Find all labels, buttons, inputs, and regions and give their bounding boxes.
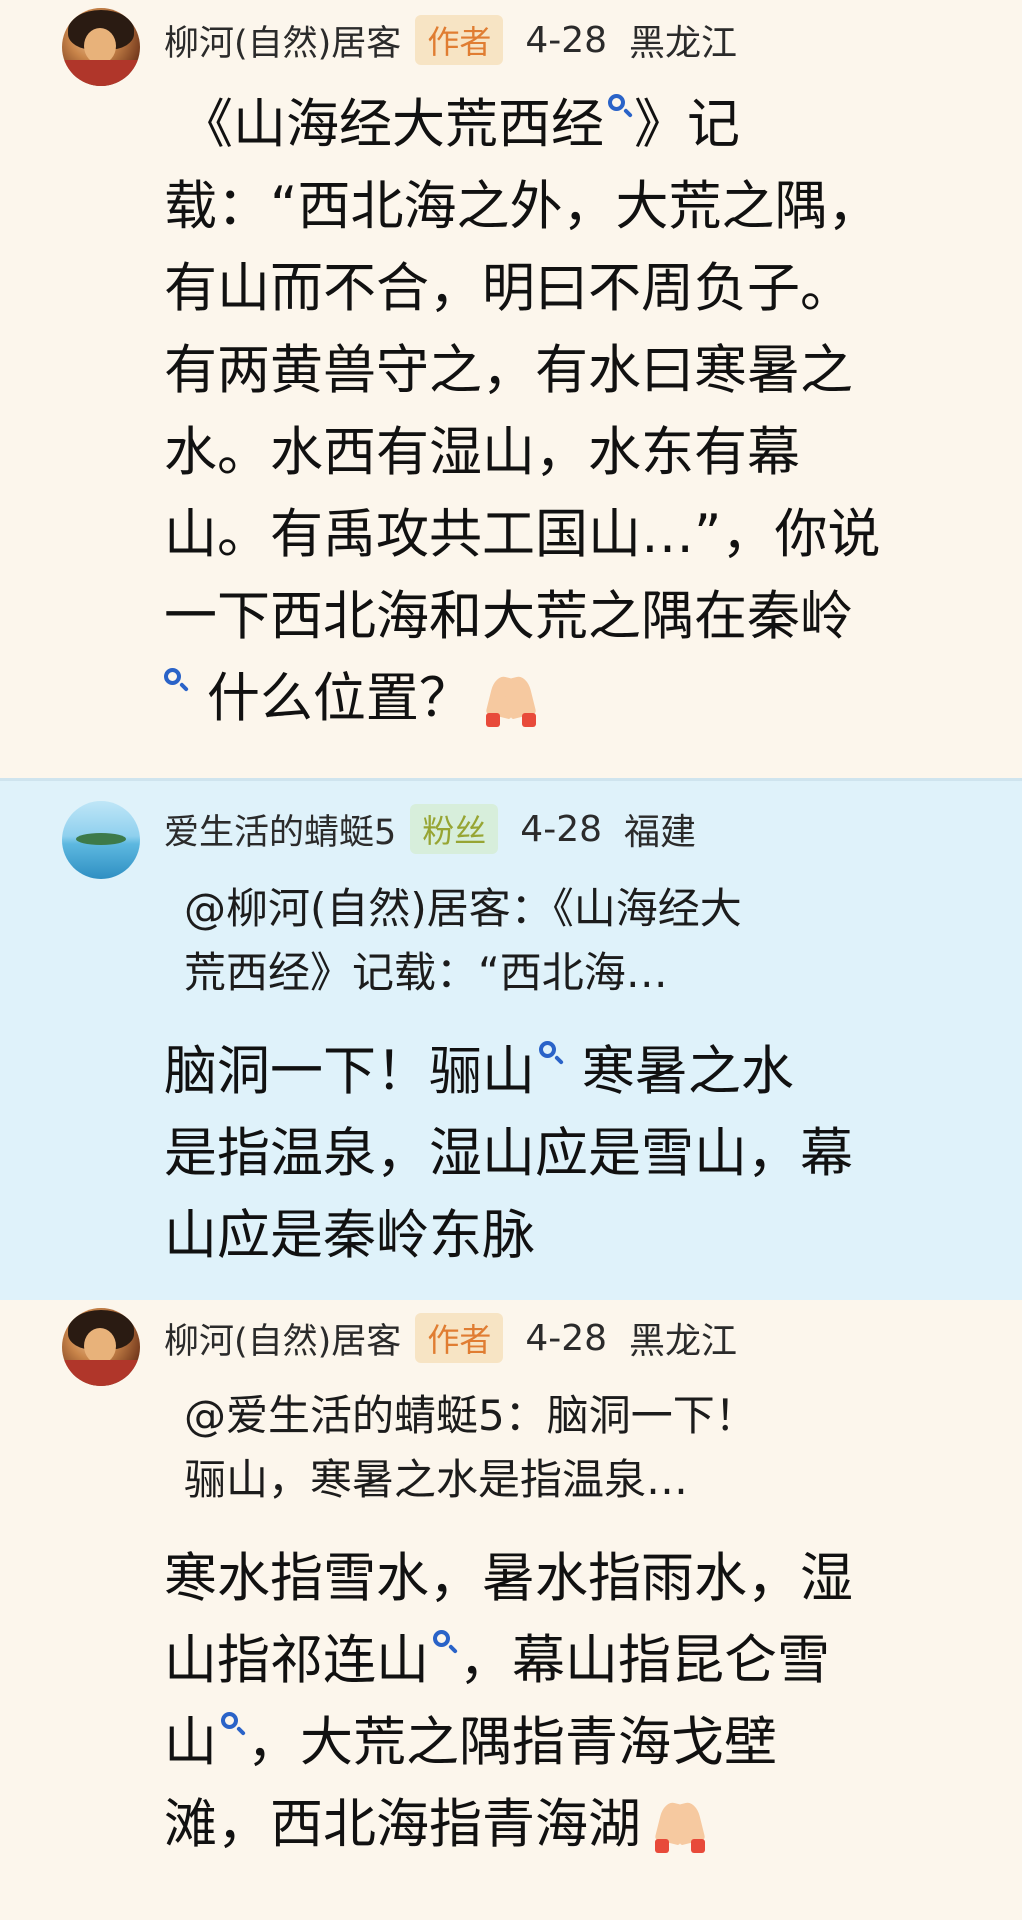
praying-hands-emoji xyxy=(647,1799,713,1855)
body-line: ，幕山指昆仑雪 xyxy=(459,1630,830,1691)
quote-line: 荒西经》记载：“西北海… xyxy=(184,948,668,997)
body-line: ，大荒之隅指青海戈壁 xyxy=(247,1712,777,1773)
comment-date: 4-28 xyxy=(525,1317,608,1359)
body-line: 脑洞一下！骊山 xyxy=(164,1041,535,1102)
comment-body: 脑洞一下！骊山 寒暑之水 是指温泉，湿山应是雪山，幕 山应是秦岭东脉 xyxy=(164,1031,984,1277)
comment-location: 黑龙江 xyxy=(629,1321,738,1362)
search-link-icon[interactable] xyxy=(164,668,190,694)
author-badge: 作者 xyxy=(415,1313,504,1363)
username[interactable]: 柳河(自然)居客 xyxy=(164,1313,401,1364)
avatar[interactable] xyxy=(62,801,140,879)
body-line: 一下西北海和大荒之隅在秦岭 xyxy=(164,586,853,647)
comment-3: 柳河(自然)居客 作者 4-28 黑龙江 @爱生活的蜻蜓5：脑洞一下！ 骊山，寒… xyxy=(0,1300,1022,1920)
body-line: 水。水西有湿山，水东有幕 xyxy=(164,422,800,483)
search-link-icon[interactable] xyxy=(539,1041,565,1067)
body-line: 是指温泉，湿山应是雪山，幕 xyxy=(164,1123,853,1184)
comment-header: 爱生活的蜻蜓5 粉丝 4-28 福建 xyxy=(164,803,696,855)
comment-body: 《山海经大荒西经 》记 载：“西北海之外，大荒之隅， 有山而不合，明曰不周负子。 … xyxy=(164,84,984,740)
avatar[interactable] xyxy=(62,1308,140,1386)
body-line: 寒水指雪水，暑水指雨水，湿 xyxy=(164,1548,853,1609)
comment-location: 福建 xyxy=(624,812,697,853)
avatar[interactable] xyxy=(62,8,140,86)
username[interactable]: 柳河(自然)居客 xyxy=(164,15,401,66)
search-link-icon[interactable] xyxy=(221,1712,247,1738)
search-link-icon[interactable] xyxy=(608,94,634,120)
body-line: 有山而不合，明曰不周负子。 xyxy=(164,258,853,319)
fan-badge: 粉丝 xyxy=(410,804,499,854)
quote-line: @柳河(自然)居客：《山海经大 xyxy=(184,884,742,933)
comment-body: 寒水指雪水，暑水指雨水，湿 山指祁连山 ，幕山指昆仑雪 山 ，大荒之隅指青海戈壁 滩… xyxy=(164,1538,984,1866)
body-line: 山 xyxy=(164,1712,217,1773)
body-line: 山。有禹攻共工国山…”，你说 xyxy=(164,504,881,565)
body-line: 有两黄兽守之，有水曰寒暑之 xyxy=(164,340,853,401)
body-line: 什么位置？ xyxy=(206,668,472,729)
username[interactable]: 爱生活的蜻蜓5 xyxy=(164,804,396,855)
body-line: 山应是秦岭东脉 xyxy=(164,1205,535,1266)
search-link-icon[interactable] xyxy=(433,1630,459,1656)
comment-header: 柳河(自然)居客 作者 4-28 黑龙江 xyxy=(164,1312,737,1364)
quoted-reply[interactable]: @柳河(自然)居客：《山海经大 荒西经》记载：“西北海… xyxy=(184,877,984,1005)
comment-1: 柳河(自然)居客 作者 4-28 黑龙江 《山海经大荒西经 》记 载：“西北海之外… xyxy=(0,0,1022,778)
comment-location: 黑龙江 xyxy=(629,23,738,64)
body-line: 《山海经大荒西经 xyxy=(180,94,604,155)
body-line: 》记 xyxy=(634,94,740,155)
body-line: 山指祁连山 xyxy=(164,1630,429,1691)
praying-hands-emoji xyxy=(478,673,544,729)
quote-line: @爱生活的蜻蜓5：脑洞一下！ xyxy=(184,1391,757,1440)
quote-line: 骊山，寒暑之水是指温泉… xyxy=(184,1455,689,1504)
body-line: 滩，西北海指青海湖 xyxy=(164,1794,641,1855)
comment-2: 爱生活的蜻蜓5 粉丝 4-28 福建 @柳河(自然)居客：《山海经大 荒西经》记… xyxy=(0,778,1022,1300)
comment-date: 4-28 xyxy=(520,808,602,850)
body-line: 载：“西北海之外，大荒之隅， xyxy=(164,176,881,237)
comment-date: 4-28 xyxy=(525,19,608,61)
quoted-reply[interactable]: @爱生活的蜻蜓5：脑洞一下！ 骊山，寒暑之水是指温泉… xyxy=(184,1384,984,1512)
comment-header: 柳河(自然)居客 作者 4-28 黑龙江 xyxy=(164,14,737,66)
author-badge: 作者 xyxy=(415,15,504,65)
body-line: 寒暑之水 xyxy=(581,1041,794,1102)
